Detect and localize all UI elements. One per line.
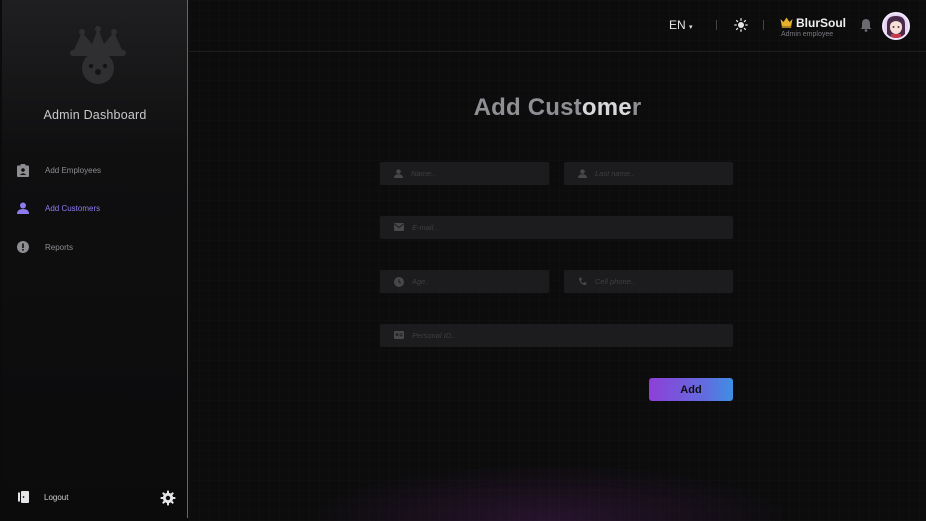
- last-name-input[interactable]: [595, 169, 733, 178]
- email-field[interactable]: [380, 216, 733, 239]
- divider: [763, 20, 764, 30]
- language-selector[interactable]: EN ▾: [669, 18, 693, 32]
- age-input[interactable]: [412, 277, 549, 286]
- sidebar-item-reports[interactable]: Reports: [16, 237, 73, 257]
- sidebar-item-label: Add Customers: [45, 203, 101, 213]
- main-content: EN ▾ BlurSoul Admin employee Add Custome…: [189, 0, 926, 521]
- sidebar-item-label: Add Employees: [45, 165, 102, 175]
- last-name-field[interactable]: [564, 162, 733, 185]
- title-part: r: [631, 94, 642, 121]
- personal-id-field[interactable]: [380, 324, 733, 347]
- id-card-icon: [394, 330, 404, 341]
- page-title: Add Customer: [189, 94, 926, 122]
- logout-button[interactable]: Logout: [16, 490, 68, 504]
- phone-icon: [578, 276, 587, 287]
- person-icon: [394, 168, 403, 179]
- sidebar: Admin Dashboard Add Employees Add Custom…: [2, 0, 188, 518]
- door-exit-icon: [16, 490, 30, 504]
- brand-title: Admin Dashboard: [43, 108, 147, 122]
- person-icon: [578, 168, 587, 179]
- gear-icon[interactable]: [160, 490, 176, 506]
- title-part: ome: [581, 94, 632, 121]
- title-part: Add Cust: [473, 94, 582, 121]
- name-input[interactable]: [411, 169, 549, 178]
- user-name: BlurSoul: [796, 16, 846, 30]
- language-code: EN: [669, 18, 686, 32]
- logout-label: Logout: [44, 492, 69, 502]
- envelope-icon: [394, 222, 404, 233]
- cell-phone-field[interactable]: [564, 270, 733, 293]
- top-bar: EN ▾ BlurSoul Admin employee: [189, 0, 926, 52]
- age-field[interactable]: [380, 270, 549, 293]
- alert-circle-icon: [16, 240, 30, 254]
- person-icon: [16, 201, 30, 215]
- personal-id-input[interactable]: [412, 331, 733, 340]
- clipboard-user-icon: [16, 163, 30, 177]
- bell-icon[interactable]: [860, 18, 872, 32]
- crown-icon: [780, 17, 793, 28]
- name-field[interactable]: [380, 162, 549, 185]
- cell-phone-input[interactable]: [595, 277, 733, 286]
- sidebar-item-add-customers[interactable]: Add Customers: [16, 198, 100, 218]
- avatar[interactable]: [882, 12, 910, 40]
- clock-icon: [394, 276, 404, 287]
- email-input[interactable]: [412, 223, 733, 232]
- sidebar-item-add-employees[interactable]: Add Employees: [16, 160, 101, 180]
- sidebar-item-label: Reports: [45, 242, 74, 252]
- sun-icon[interactable]: [734, 18, 748, 32]
- jester-icon: [70, 26, 126, 84]
- caret-down-icon: ▾: [689, 24, 693, 31]
- user-role: Admin employee: [781, 31, 834, 38]
- add-button[interactable]: Add: [649, 378, 733, 401]
- divider: [716, 20, 717, 30]
